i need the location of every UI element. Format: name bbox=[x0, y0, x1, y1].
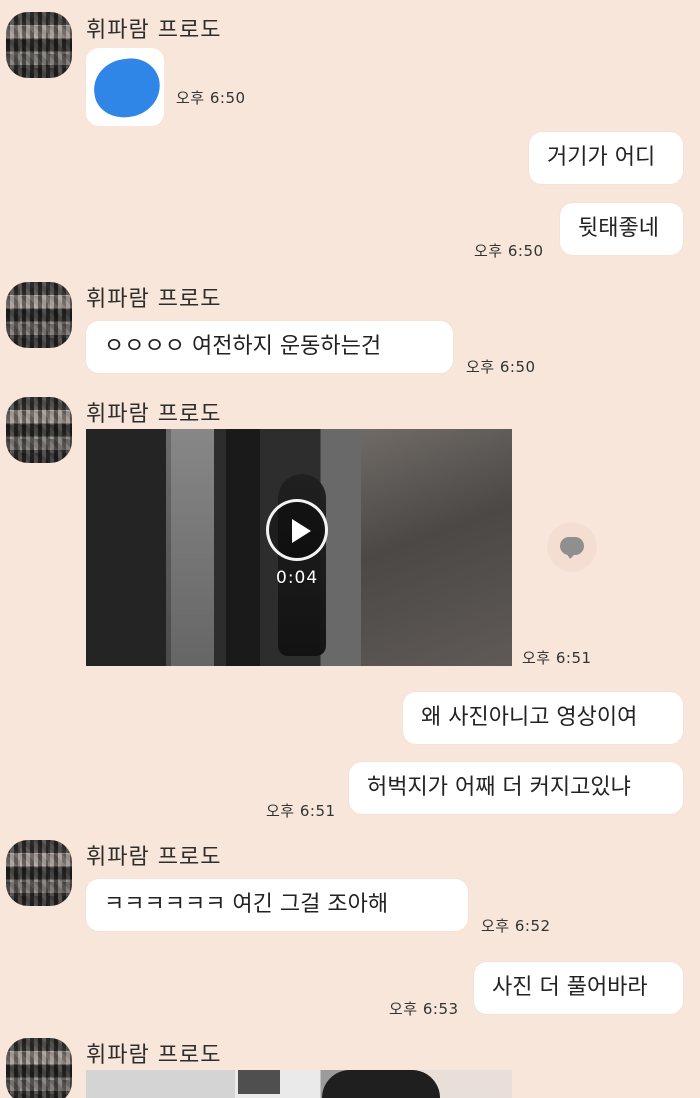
message-time: 오후 6:50 bbox=[176, 89, 246, 107]
play-icon[interactable] bbox=[266, 499, 328, 561]
sender-name: 휘파람 프로도 bbox=[86, 18, 222, 43]
avatar[interactable] bbox=[6, 282, 72, 348]
avatar[interactable] bbox=[6, 1038, 72, 1098]
message-bubble[interactable]: 뒷태좋네 bbox=[560, 203, 683, 255]
avatar[interactable] bbox=[6, 840, 72, 906]
emoji-icon bbox=[90, 54, 164, 122]
message-bubble[interactable]: 거기가 어디 bbox=[529, 132, 683, 184]
avatar[interactable] bbox=[6, 12, 72, 78]
message-time: 오후 6:50 bbox=[466, 358, 536, 376]
emoji-message[interactable] bbox=[86, 48, 164, 126]
avatar[interactable] bbox=[6, 397, 72, 463]
message-time: 오후 6:51 bbox=[266, 802, 336, 820]
video-message[interactable]: 0:04 bbox=[86, 429, 512, 666]
message-bubble[interactable]: 왜 사진아니고 영상이여 bbox=[403, 692, 683, 744]
message-time: 오후 6:51 bbox=[522, 649, 592, 667]
image-message[interactable] bbox=[86, 1070, 512, 1098]
video-scene-door bbox=[226, 429, 260, 666]
message-bubble[interactable]: ㅋㅋㅋㅋㅋㅋ 여긴 그걸 조아해 bbox=[86, 879, 468, 931]
message-time: 오후 6:52 bbox=[481, 917, 551, 935]
video-duration: 0:04 bbox=[276, 568, 319, 588]
sender-name: 휘파람 프로도 bbox=[86, 402, 222, 427]
message-bubble[interactable]: ㅇㅇㅇㅇ 여전하지 운동하는건 bbox=[86, 321, 453, 373]
message-bubble[interactable]: 허벅지가 어째 더 커지고있냐 bbox=[349, 762, 683, 814]
sender-name: 휘파람 프로도 bbox=[86, 1043, 222, 1068]
sender-name: 휘파람 프로도 bbox=[86, 287, 222, 312]
message-bubble[interactable]: 사진 더 풀어바라 bbox=[474, 962, 683, 1014]
message-time: 오후 6:50 bbox=[474, 242, 544, 260]
message-time: 오후 6:53 bbox=[389, 1000, 459, 1018]
share-button[interactable] bbox=[548, 523, 596, 571]
sender-name: 휘파람 프로도 bbox=[86, 845, 222, 870]
chat-thread: 휘파람 프로도 오후 6:50 거기가 어디 뒷태좋네 오후 6:50 휘파람 … bbox=[0, 0, 700, 1098]
